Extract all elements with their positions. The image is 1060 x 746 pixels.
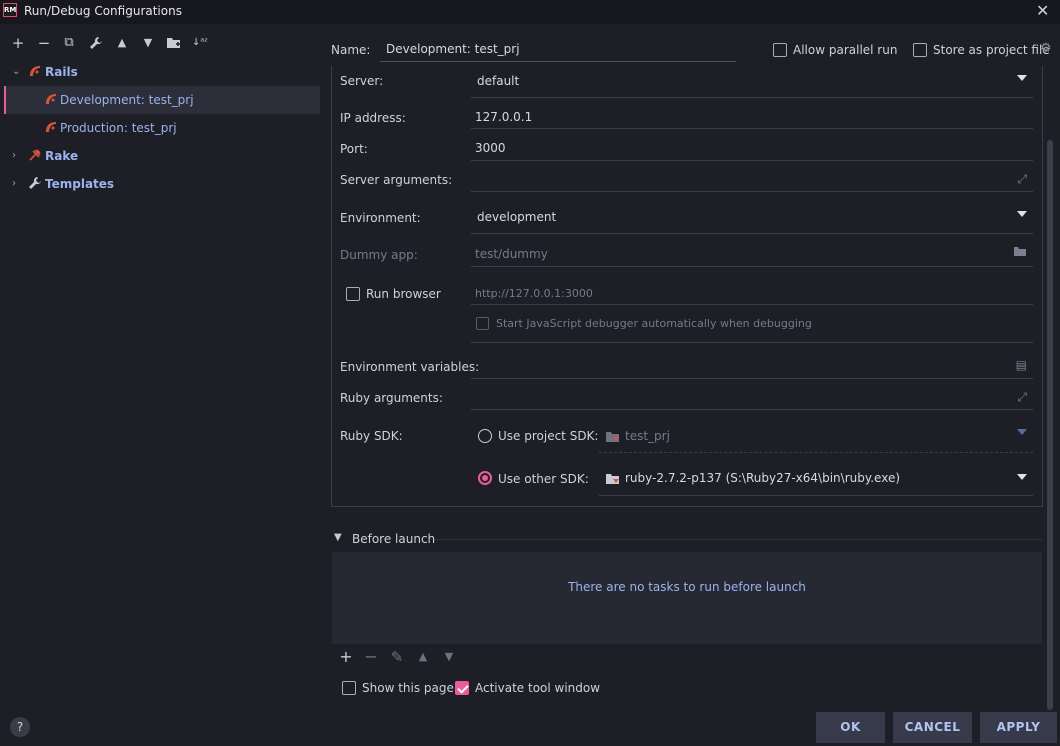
sort-icon[interactable]: ↓ᵃᶻ bbox=[191, 32, 209, 54]
folder-icon[interactable] bbox=[1013, 245, 1027, 260]
rails-icon bbox=[46, 122, 56, 132]
chevron-down-icon bbox=[1017, 429, 1027, 435]
before-launch-empty: There are no tasks to run before launch bbox=[568, 580, 806, 594]
run-browser-checkbox[interactable] bbox=[346, 287, 360, 301]
server-label: Server: bbox=[340, 74, 384, 88]
use-other-sdk-label: Use other SDK: bbox=[498, 472, 589, 486]
chevron-down-icon bbox=[1017, 211, 1027, 217]
server-args-input[interactable]: ⤢ bbox=[471, 166, 1033, 192]
environment-select[interactable]: development bbox=[471, 203, 1033, 234]
store-project-checkbox[interactable] bbox=[913, 43, 927, 57]
js-debugger-label: Start JavaScript debugger automatically … bbox=[496, 317, 812, 330]
allow-parallel-checkbox[interactable] bbox=[773, 43, 787, 57]
env-vars-label: Environment variables: bbox=[340, 360, 480, 374]
config-toolbar: + − ⧉ ▲ ▼ ↓ᵃᶻ bbox=[0, 32, 320, 56]
tree-label-rake: Rake bbox=[45, 149, 79, 163]
move-down-icon[interactable]: ▼ bbox=[139, 32, 157, 54]
rake-icon bbox=[29, 149, 41, 161]
server-select[interactable]: default bbox=[471, 67, 1033, 98]
divider bbox=[434, 539, 1042, 540]
add-icon[interactable]: + bbox=[337, 646, 355, 668]
port-input[interactable]: 3000 bbox=[471, 135, 1033, 161]
ok-button[interactable]: OK bbox=[816, 712, 885, 743]
folder-icon bbox=[605, 472, 621, 488]
help-button[interactable]: ? bbox=[10, 717, 30, 737]
expand-icon[interactable]: ⤢ bbox=[1017, 172, 1027, 187]
wrench-icon bbox=[29, 177, 41, 189]
dummy-app-label: Dummy app: bbox=[340, 248, 418, 262]
run-browser-label: Run browser bbox=[366, 287, 441, 301]
app-logo: RM bbox=[3, 3, 17, 17]
ip-label: IP address: bbox=[340, 111, 406, 125]
document-icon[interactable]: ▤ bbox=[1016, 358, 1027, 372]
dummy-app-input[interactable]: test/dummy bbox=[471, 241, 1033, 267]
move-up-icon[interactable]: ▲ bbox=[113, 32, 131, 54]
ruby-args-input[interactable]: ⤢ bbox=[471, 384, 1033, 410]
divider bbox=[471, 342, 1033, 343]
chevron-down-icon bbox=[1017, 75, 1027, 81]
tree-label-templates: Templates bbox=[45, 177, 115, 191]
scrollbar[interactable] bbox=[1047, 140, 1053, 710]
name-input[interactable]: Development: test_prj bbox=[380, 36, 736, 62]
expand-icon[interactable]: ⤢ bbox=[1017, 390, 1027, 405]
move-up-icon[interactable]: ▲ bbox=[414, 646, 432, 668]
apply-button[interactable]: APPLY bbox=[980, 712, 1057, 743]
close-icon[interactable]: ✕ bbox=[1036, 1, 1049, 20]
chevron-right-icon[interactable]: › bbox=[12, 170, 16, 198]
remove-icon[interactable]: − bbox=[362, 646, 380, 668]
folder-icon bbox=[605, 430, 621, 446]
environment-label: Environment: bbox=[340, 211, 421, 225]
gear-icon[interactable]: ⚙ bbox=[1040, 41, 1052, 56]
env-vars-input[interactable]: ▤ bbox=[471, 352, 1033, 379]
run-browser-url-input[interactable]: http://127.0.0.1:3000 bbox=[471, 280, 1033, 305]
tree-item-rake[interactable]: › Rake bbox=[4, 142, 320, 170]
project-sdk-select[interactable]: test_prj bbox=[599, 421, 1033, 453]
move-down-icon[interactable]: ▼ bbox=[440, 646, 458, 668]
port-label: Port: bbox=[340, 142, 368, 156]
tree-item-production[interactable]: Production: test_prj bbox=[4, 114, 320, 142]
remove-icon[interactable]: − bbox=[35, 32, 53, 54]
add-icon[interactable]: + bbox=[9, 32, 27, 54]
copy-icon[interactable]: ⧉ bbox=[60, 32, 78, 54]
tree-item-rails[interactable]: ⌄ Rails bbox=[4, 58, 320, 86]
window-title: Run/Debug Configurations bbox=[24, 4, 182, 18]
chevron-down-icon bbox=[1017, 474, 1027, 480]
chevron-right-icon[interactable]: › bbox=[12, 142, 16, 170]
tree-label-production: Production: test_prj bbox=[60, 121, 177, 135]
wrench-icon[interactable] bbox=[87, 32, 105, 56]
rails-icon bbox=[46, 94, 56, 104]
use-project-sdk-label: Use project SDK: bbox=[498, 429, 599, 443]
show-page-label: Show this page bbox=[362, 681, 454, 695]
chevron-down-icon[interactable]: ⌄ bbox=[12, 58, 20, 86]
before-launch-list[interactable] bbox=[332, 552, 1042, 644]
tree-item-development[interactable]: Development: test_prj bbox=[4, 86, 320, 114]
ruby-args-label: Ruby arguments: bbox=[340, 391, 443, 405]
show-page-checkbox[interactable] bbox=[342, 681, 356, 695]
store-project-label: Store as project file bbox=[933, 43, 1050, 57]
cancel-button[interactable]: CANCEL bbox=[893, 712, 972, 743]
js-debugger-checkbox[interactable] bbox=[476, 317, 489, 330]
before-launch-title[interactable]: Before launch bbox=[352, 532, 435, 546]
allow-parallel-label: Allow parallel run bbox=[793, 43, 898, 57]
use-project-sdk-radio[interactable] bbox=[478, 429, 492, 443]
use-other-sdk-radio[interactable] bbox=[478, 471, 492, 485]
edit-icon[interactable]: ✎ bbox=[388, 646, 406, 668]
tree-item-templates[interactable]: › Templates bbox=[4, 170, 320, 198]
tree-label-development: Development: test_prj bbox=[60, 93, 194, 107]
name-label: Name: bbox=[331, 43, 371, 57]
tree-label-rails: Rails bbox=[45, 65, 78, 79]
activate-tool-checkbox[interactable] bbox=[455, 681, 469, 695]
server-args-label: Server arguments: bbox=[340, 173, 453, 187]
rails-icon bbox=[30, 66, 40, 76]
activate-tool-label: Activate tool window bbox=[475, 681, 601, 695]
ip-input[interactable]: 127.0.0.1 bbox=[471, 104, 1033, 129]
collapse-icon[interactable]: ▼ bbox=[334, 532, 342, 543]
other-sdk-select[interactable]: ruby-2.7.2-p137 (S:\Ruby27-x64\bin\ruby.… bbox=[599, 462, 1033, 496]
new-folder-icon[interactable] bbox=[165, 32, 183, 56]
ruby-sdk-label: Ruby SDK: bbox=[340, 429, 403, 443]
